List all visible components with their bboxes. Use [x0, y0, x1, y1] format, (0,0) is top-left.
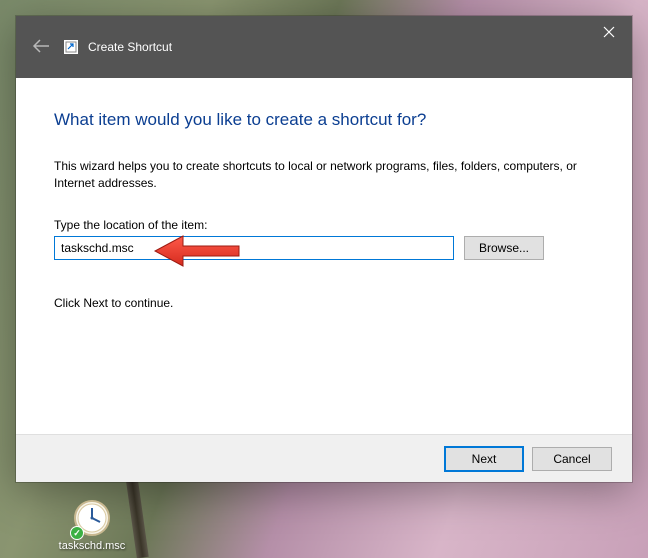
wizard-heading: What item would you like to create a sho…	[54, 110, 594, 130]
clock-icon: ✓	[72, 498, 112, 538]
desktop-shortcut-label: taskschd.msc	[56, 540, 128, 552]
shortcut-wizard-icon	[64, 40, 78, 54]
location-input[interactable]	[54, 236, 454, 260]
close-button[interactable]	[586, 16, 632, 48]
create-shortcut-dialog: Create Shortcut What item would you like…	[16, 16, 632, 482]
next-button[interactable]: Next	[444, 446, 524, 472]
back-arrow-icon[interactable]	[32, 37, 50, 58]
location-label: Type the location of the item:	[54, 218, 594, 232]
dialog-header: Create Shortcut	[16, 16, 632, 78]
checkmark-badge-icon: ✓	[70, 526, 84, 540]
instruction-text: Click Next to continue.	[54, 296, 594, 310]
wizard-description: This wizard helps you to create shortcut…	[54, 158, 594, 192]
browse-button[interactable]: Browse...	[464, 236, 544, 260]
cancel-button[interactable]: Cancel	[532, 447, 612, 471]
dialog-title: Create Shortcut	[88, 40, 172, 54]
dialog-footer: Next Cancel	[16, 434, 632, 482]
dialog-body: What item would you like to create a sho…	[16, 78, 632, 310]
location-row: Browse...	[54, 236, 594, 260]
desktop-shortcut[interactable]: ✓ taskschd.msc	[56, 498, 128, 552]
